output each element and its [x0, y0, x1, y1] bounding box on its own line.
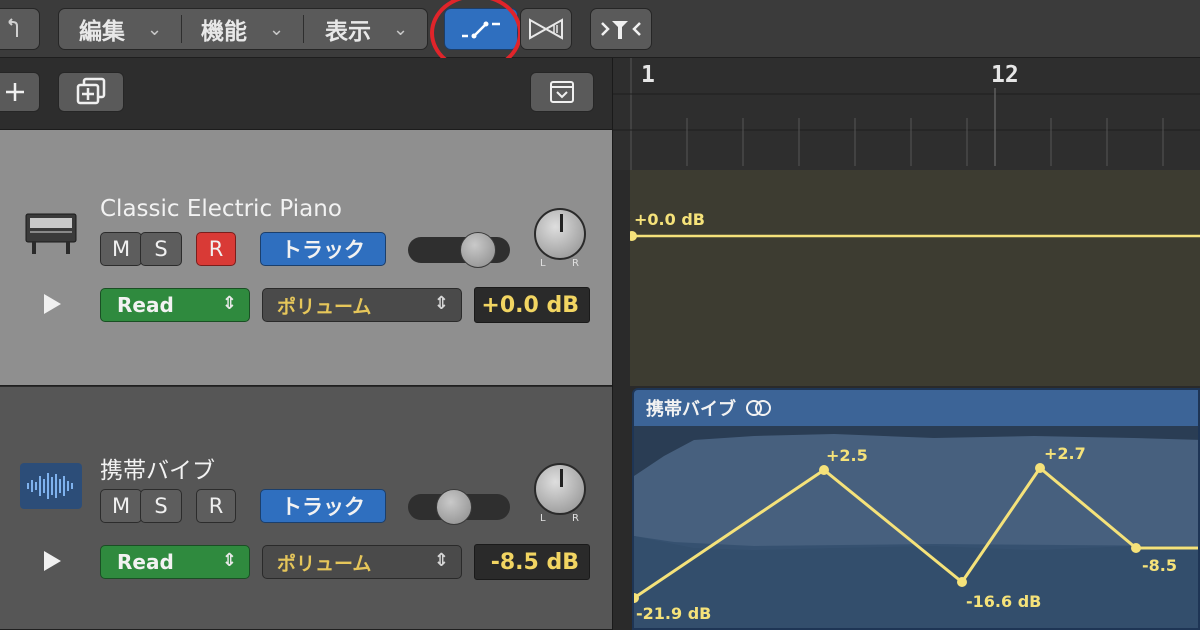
track-header[interactable]: Classic Electric Piano M S R トラック L R Re…: [0, 130, 612, 386]
automation-mode-label: Read: [117, 293, 174, 317]
mute-button[interactable]: M: [100, 489, 142, 523]
audio-region[interactable]: 携帯バイブ -21.9 dB +2.5 -16.6 dB +2.7 -8.5: [632, 388, 1200, 630]
piano-icon: [25, 213, 77, 254]
automation-value-field[interactable]: +0.0 dB: [474, 287, 590, 323]
track-name[interactable]: Classic Electric Piano: [100, 196, 342, 222]
chevron-down-icon: ⌄: [269, 18, 285, 40]
collapse-icon: [550, 81, 574, 103]
pan-right-label: R: [572, 258, 579, 269]
chevron-down-icon: ⌄: [147, 18, 163, 40]
play-icon[interactable]: [44, 294, 61, 314]
collapse-button[interactable]: [530, 72, 594, 112]
track-name[interactable]: 携帯バイブ: [100, 451, 215, 485]
region-title: 携帯バイブ: [646, 399, 736, 420]
pan-right-label: R: [572, 513, 579, 524]
region-title-bar: 携帯バイブ: [634, 390, 1198, 426]
track-button[interactable]: トラック: [260, 232, 386, 266]
solo-button[interactable]: S: [140, 489, 182, 523]
select-arrows-icon: ⇕: [433, 293, 449, 314]
automation-point-label: -16.6 dB: [966, 592, 1042, 611]
automation-param-select[interactable]: ポリューム ⇕: [262, 545, 462, 579]
catch-button[interactable]: [590, 8, 652, 50]
ruler-ticks: [613, 58, 1200, 170]
duplicate-track-icon: [76, 77, 106, 105]
track-header-bar: [0, 58, 612, 130]
chevron-down-icon: ⌄: [393, 18, 409, 40]
automation-param-select[interactable]: ポリューム ⇕: [262, 288, 462, 322]
loop-icon: [746, 399, 774, 417]
main-toolbar: 編集 ⌄ 機能 ⌄ 表示 ⌄: [0, 0, 1200, 72]
select-arrows-icon: ⇕: [221, 293, 237, 314]
divider: [181, 15, 182, 43]
pan-left-label: L: [540, 258, 546, 269]
record-button[interactable]: R: [196, 489, 236, 523]
timeline-ruler[interactable]: 1 12: [612, 58, 1200, 170]
select-arrows-icon: ⇕: [433, 550, 449, 571]
duplicate-track-button[interactable]: [58, 72, 124, 112]
pan-knob[interactable]: [534, 208, 586, 260]
flex-icon: [529, 18, 563, 40]
menu-functions[interactable]: 機能 ⌄: [201, 9, 284, 49]
automation-param-label: ポリューム: [277, 552, 372, 575]
volume-slider-knob[interactable]: [436, 489, 472, 525]
pan-knob[interactable]: [534, 463, 586, 515]
automation-mode-select[interactable]: Read ⇕: [100, 288, 250, 322]
automation-point-label: +2.5: [826, 446, 868, 465]
menu-functions-label: 機能: [201, 19, 247, 45]
mute-button[interactable]: M: [100, 232, 142, 266]
automation-line: [630, 231, 1200, 241]
menu-view-label: 表示: [325, 19, 371, 45]
automation-mode-label: Read: [117, 550, 174, 574]
automation-value-field[interactable]: -8.5 dB: [474, 544, 590, 580]
waveform-icon: [20, 463, 82, 509]
automation-point-label: +0.0 dB: [634, 210, 705, 229]
automation-curve: [634, 434, 1198, 628]
automation-point-label: -21.9 dB: [636, 604, 712, 623]
back-arrow-icon: [8, 18, 18, 37]
automation-param-label: ポリューム: [277, 295, 372, 318]
add-track-button[interactable]: [0, 72, 40, 112]
menu-edit[interactable]: 編集 ⌄: [79, 9, 162, 49]
menu-group: 編集 ⌄ 機能 ⌄ 表示 ⌄: [58, 8, 428, 50]
divider: [303, 15, 304, 43]
back-button[interactable]: [0, 8, 40, 50]
pan-left-label: L: [540, 513, 546, 524]
automation-point-label: +2.7: [1044, 444, 1086, 463]
automation-point-label: -8.5: [1142, 556, 1177, 575]
track-header[interactable]: 携帯バイブ M S R トラック L R Read ⇕ ポリューム ⇕ -8.5…: [0, 387, 612, 630]
select-arrows-icon: ⇕: [221, 550, 237, 571]
play-icon[interactable]: [44, 551, 61, 571]
menu-edit-label: 編集: [79, 19, 125, 45]
automation-mode-select[interactable]: Read ⇕: [100, 545, 250, 579]
catch-icon: [601, 21, 641, 39]
volume-slider-knob[interactable]: [460, 232, 496, 268]
record-button[interactable]: R: [196, 232, 236, 266]
flex-button[interactable]: [520, 8, 572, 50]
track-button[interactable]: トラック: [260, 489, 386, 523]
add-track-icon: [6, 83, 24, 101]
solo-button[interactable]: S: [140, 232, 182, 266]
automation-lane[interactable]: +0.0 dB: [630, 170, 1200, 386]
menu-view[interactable]: 表示 ⌄: [325, 9, 408, 49]
